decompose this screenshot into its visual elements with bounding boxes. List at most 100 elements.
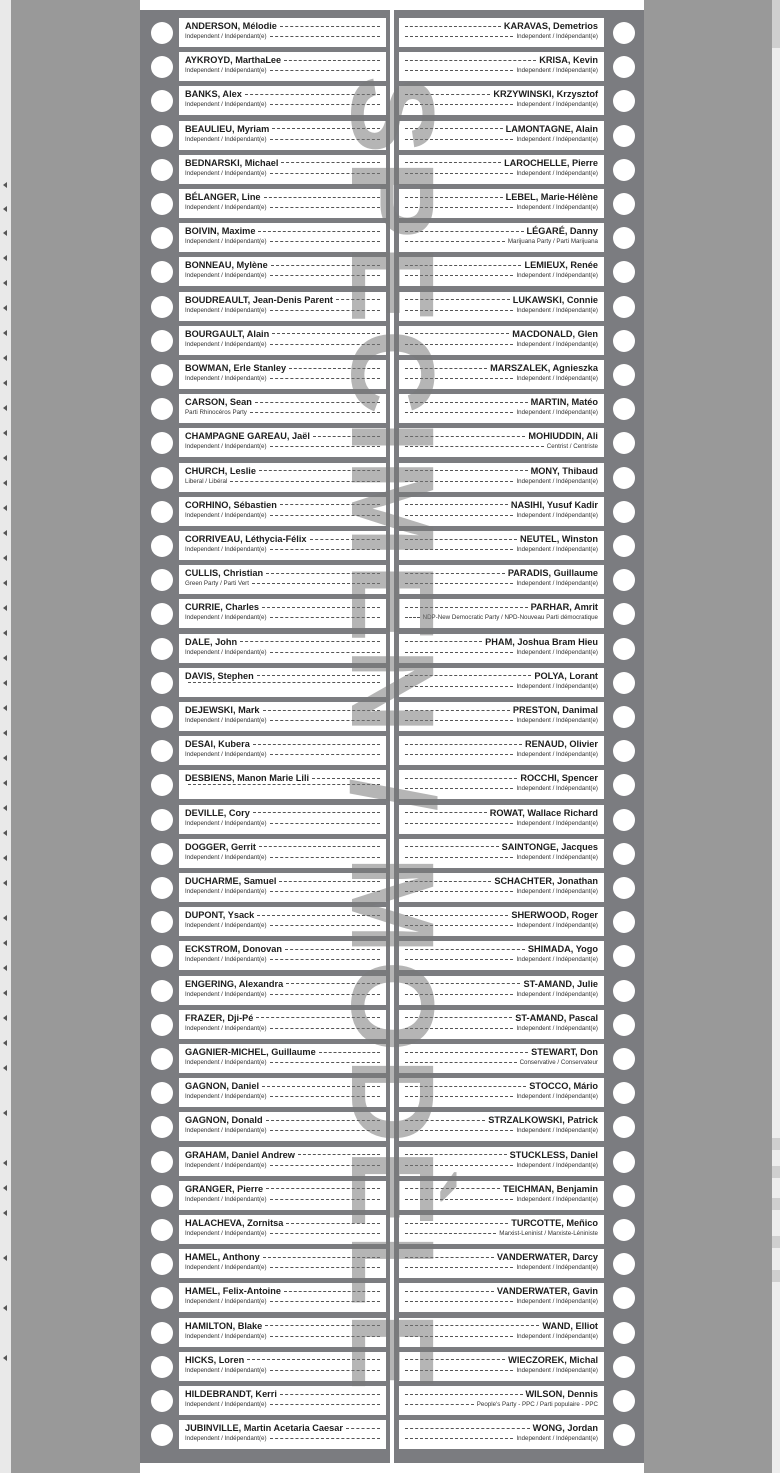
candidate-row[interactable]: DEJEWSKI, Mark Independent / Indépendant(… — [140, 702, 388, 731]
candidate-row[interactable]: GAGNON, Daniel Independent / Indépendant(… — [140, 1078, 388, 1108]
candidate-row[interactable]: CURRIE, Charles Independent / Indépendant… — [140, 599, 388, 629]
vote-oval[interactable] — [151, 603, 173, 626]
vote-oval[interactable] — [151, 56, 173, 79]
candidate-row[interactable]: HAMILTON, Blake Independent / Indépendant… — [140, 1317, 388, 1347]
candidate-row[interactable]: CULLIS, Christian Green Party / Parti Ver… — [140, 565, 388, 595]
candidate-row[interactable]: STRZALKOWSKI, Patrick Independent / Indép… — [396, 1112, 644, 1142]
vote-oval[interactable] — [151, 1116, 173, 1139]
vote-oval[interactable] — [613, 56, 635, 79]
vote-oval[interactable] — [151, 329, 173, 352]
vote-oval[interactable] — [613, 295, 635, 318]
candidate-row[interactable]: PRESTON, Danimal Independent / Indépendan… — [396, 702, 644, 731]
vote-oval[interactable] — [151, 432, 173, 455]
candidate-row[interactable]: CHURCH, Leslie Liberal / Libéral — [140, 462, 388, 492]
candidate-row[interactable]: CHAMPAGNE GAREAU, Jaël Independent / Indé… — [140, 428, 388, 458]
vote-oval[interactable] — [151, 706, 173, 728]
candidate-row[interactable]: ECKSTROM, Donovan Independent / Indépenda… — [140, 941, 388, 971]
vote-oval[interactable] — [151, 911, 173, 934]
candidate-row[interactable]: WIECZOREK, Michal Independent / Indépenda… — [396, 1351, 644, 1381]
vote-oval[interactable] — [613, 842, 635, 865]
candidate-row[interactable]: ST-AMAND, Julie Independent / Indépendant… — [396, 975, 644, 1005]
vote-oval[interactable] — [151, 398, 173, 421]
vote-oval[interactable] — [613, 603, 635, 626]
vote-oval[interactable] — [613, 1116, 635, 1139]
candidate-row[interactable]: CORRIVEAU, Léthycia-Félix Independent / I… — [140, 531, 388, 560]
vote-oval[interactable] — [613, 364, 635, 386]
vote-oval[interactable] — [613, 227, 635, 250]
candidate-row[interactable]: DAVIS, Stephen — [140, 667, 388, 697]
candidate-row[interactable]: STOCCO, Mário Independent / Indépendant(e… — [396, 1078, 644, 1108]
candidate-row[interactable]: DUPONT, Ysack Independent / Indépendant(e… — [140, 907, 388, 937]
candidate-row[interactable]: DEVILLE, Cory Independent / Indépendant(e… — [140, 804, 388, 834]
candidate-row[interactable]: KRISA, Kevin Independent / Indépendant(e) — [396, 52, 644, 82]
vote-oval[interactable] — [151, 364, 173, 386]
vote-oval[interactable] — [613, 500, 635, 523]
vote-oval[interactable] — [151, 1013, 173, 1036]
vote-oval[interactable] — [613, 124, 635, 147]
candidate-row[interactable]: DESAI, Kubera Independent / Indépendant(e… — [140, 736, 388, 766]
vote-oval[interactable] — [151, 227, 173, 250]
vote-oval[interactable] — [151, 500, 173, 523]
vote-oval[interactable] — [613, 466, 635, 489]
vote-oval[interactable] — [151, 1424, 173, 1447]
candidate-row[interactable]: PARADIS, Guillaume Independent / Indépend… — [396, 565, 644, 595]
vote-oval[interactable] — [151, 637, 173, 660]
candidate-row[interactable]: WAND, Elliot Independent / Indépendant(e) — [396, 1317, 644, 1347]
candidate-row[interactable]: WONG, Jordan Independent / Indépendant(e) — [396, 1420, 644, 1450]
candidate-row[interactable]: STEWART, Don Conservative / Conservateur — [396, 1044, 644, 1073]
vote-oval[interactable] — [151, 945, 173, 968]
vote-oval[interactable] — [613, 1424, 635, 1447]
candidate-row[interactable]: LEMIEUX, Renée Independent / Indépendant(… — [396, 257, 644, 287]
candidate-row[interactable]: HAMEL, Anthony Independent / Indépendant(… — [140, 1249, 388, 1279]
candidate-row[interactable]: SAINTONGE, Jacques Independent / Indépend… — [396, 838, 644, 868]
candidate-row[interactable]: SHERWOOD, Roger Independent / Indépendant… — [396, 907, 644, 937]
vote-oval[interactable] — [613, 671, 635, 694]
scrollbar-thumb[interactable] — [772, 0, 780, 48]
vote-oval[interactable] — [151, 261, 173, 284]
vote-oval[interactable] — [613, 1184, 635, 1207]
candidate-row[interactable]: BÉLANGER, Line Independent / Indépendant(… — [140, 189, 388, 218]
vote-oval[interactable] — [151, 740, 173, 763]
candidate-row[interactable]: PHAM, Joshua Bram Hieu Independent / Indé… — [396, 633, 644, 663]
candidate-row[interactable]: GRANGER, Pierre Independent / Indépendant… — [140, 1180, 388, 1210]
vote-oval[interactable] — [613, 329, 635, 352]
vote-oval[interactable] — [151, 158, 173, 181]
candidate-row[interactable]: JUBINVILLE, Martin Acetaria Caesar Indepe… — [140, 1420, 388, 1450]
vote-oval[interactable] — [613, 979, 635, 1002]
vote-oval[interactable] — [151, 90, 173, 113]
candidate-row[interactable]: BOURGAULT, Alain Independent / Indépendan… — [140, 325, 388, 355]
vote-oval[interactable] — [613, 1321, 635, 1344]
candidate-row[interactable]: DUCHARME, Samuel Independent / Indépendan… — [140, 873, 388, 902]
candidate-row[interactable]: GAGNON, Donald Independent / Indépendant(… — [140, 1112, 388, 1142]
vote-oval[interactable] — [151, 671, 173, 694]
vote-oval[interactable] — [151, 1390, 173, 1412]
vote-oval[interactable] — [613, 706, 635, 728]
candidate-row[interactable]: ROWAT, Wallace Richard Independent / Indé… — [396, 804, 644, 834]
candidate-row[interactable]: HILDEBRANDT, Kerri Independent / Indépend… — [140, 1386, 388, 1415]
candidate-row[interactable]: DOGGER, Gerrit Independent / Indépendant(… — [140, 838, 388, 868]
candidate-row[interactable]: BANKS, Alex Independent / Indépendant(e) — [140, 86, 388, 116]
vote-oval[interactable] — [613, 1355, 635, 1378]
candidate-row[interactable]: BOUDREAULT, Jean-Denis Parent Independent… — [140, 291, 388, 321]
candidate-row[interactable]: ROCCHI, Spencer Independent / Indépendant… — [396, 770, 644, 800]
vote-oval[interactable] — [151, 877, 173, 899]
candidate-row[interactable]: MARTIN, Matéo Independent / Indépendant(e… — [396, 394, 644, 424]
candidate-row[interactable]: BOWMAN, Erle Stanley Independent / Indépe… — [140, 360, 388, 389]
candidate-row[interactable]: RENAUD, Olivier Independent / Indépendant… — [396, 736, 644, 766]
vote-oval[interactable] — [613, 22, 635, 44]
vote-oval[interactable] — [151, 1048, 173, 1070]
vote-oval[interactable] — [613, 1287, 635, 1310]
vote-oval[interactable] — [613, 911, 635, 934]
vote-oval[interactable] — [151, 535, 173, 557]
candidate-row[interactable]: SCHACHTER, Jonathan Independent / Indépen… — [396, 873, 644, 902]
vote-oval[interactable] — [151, 979, 173, 1002]
vote-oval[interactable] — [151, 569, 173, 592]
candidate-row[interactable]: VANDERWATER, Darcy Independent / Indépend… — [396, 1249, 644, 1279]
vote-oval[interactable] — [613, 261, 635, 284]
vote-oval[interactable] — [613, 1150, 635, 1173]
vote-oval[interactable] — [613, 535, 635, 557]
vote-oval[interactable] — [151, 466, 173, 489]
candidate-row[interactable]: ENGERING, Alexandra Independent / Indépen… — [140, 975, 388, 1005]
vote-oval[interactable] — [613, 774, 635, 797]
candidate-row[interactable]: POLYA, Lorant Independent / Indépendant(e… — [396, 667, 644, 697]
